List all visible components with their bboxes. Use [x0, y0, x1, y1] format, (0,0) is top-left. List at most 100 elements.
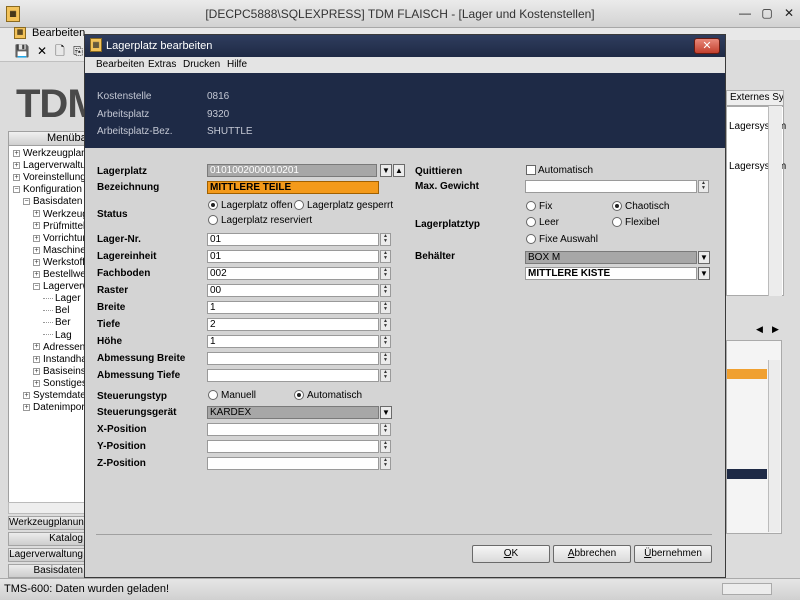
delete-icon[interactable]: ✕ [34, 44, 50, 58]
behaelter-code-select[interactable]: BOX M [525, 251, 697, 264]
tree-item[interactable]: Lag [43, 330, 72, 342]
z-position-field[interactable] [207, 457, 379, 470]
breite-spinner[interactable]: ▲ ▼ [380, 301, 391, 314]
expand-icon[interactable]: + [33, 258, 40, 266]
tree-item[interactable]: + Prüfmittel [33, 221, 85, 233]
x-position-field[interactable] [207, 423, 379, 436]
steuerungstyp-manuell-radio[interactable] [208, 390, 218, 400]
steuerungstyp-automatisch-radio[interactable] [294, 390, 304, 400]
tree-item[interactable]: +Bestellwesen [33, 269, 86, 281]
uebernehmen-button[interactable]: Übernehmen [634, 545, 712, 563]
main-menu-bearbeiten[interactable]: Bearbeiten [32, 27, 85, 39]
save-icon[interactable]: 💾 [14, 44, 30, 58]
tree-item[interactable]: +Werkzeugplanung [13, 148, 86, 160]
tree-item[interactable]: + Adressen [33, 342, 85, 354]
scroll-left-icon[interactable]: ◀ [756, 324, 763, 335]
tree-item[interactable]: +Instandhaltung [33, 354, 86, 366]
expand-icon[interactable]: + [13, 161, 20, 169]
tiefe-field[interactable]: 2 [207, 318, 379, 331]
raster-field[interactable]: 00 [207, 284, 379, 297]
lagereinheit-spinner[interactable]: ▲ ▼ [380, 250, 391, 263]
breite-field[interactable]: 1 [207, 301, 379, 314]
quittieren-checkbox[interactable] [526, 165, 536, 175]
expand-icon[interactable]: + [33, 270, 40, 278]
expand-icon[interactable]: + [33, 234, 40, 242]
lagerplatztyp-fixe-auswahl-radio[interactable] [526, 234, 536, 244]
tree-item[interactable]: Ber [43, 317, 71, 329]
steuerungsgeraet-select[interactable]: KARDEX [207, 406, 379, 419]
tree-item[interactable]: + Voreinstellung [13, 172, 86, 184]
lagerplatz-up-icon[interactable]: ▲ [393, 164, 405, 177]
lagerplatz-field[interactable]: 0101002000010201 [207, 164, 377, 177]
dialog-menu-bearbeiten[interactable]: Bearbeiten [96, 59, 144, 70]
right-list-scrollbar[interactable] [768, 106, 782, 296]
expand-icon[interactable]: + [23, 403, 30, 411]
fachboden-field[interactable]: 002 [207, 267, 379, 280]
tree-item[interactable]: − Basisdaten [23, 196, 82, 208]
tab-werkzeugplanung[interactable]: Werkzeugplanung [8, 516, 89, 530]
max-gewicht-field[interactable] [525, 180, 697, 193]
tab-katalog[interactable]: Katalog [8, 532, 88, 546]
scroll-right-icon[interactable]: ▶ [772, 324, 779, 335]
expand-icon[interactable]: + [33, 379, 40, 387]
column-header-externes-system[interactable]: Externes Syst [726, 90, 784, 106]
behaelter-name-select[interactable]: MITTLERE KISTE [525, 267, 697, 280]
tree-item[interactable]: + Systemdaten [23, 390, 86, 402]
status-reserviert-radio[interactable] [208, 215, 218, 225]
tree-item[interactable]: Bel [43, 305, 69, 317]
status-offen-radio[interactable] [208, 200, 218, 210]
tree-item[interactable]: + Sonstiges [33, 378, 86, 390]
tab-basisdaten[interactable]: Basisdaten [8, 564, 88, 578]
expand-icon[interactable]: + [33, 210, 40, 218]
tree-item[interactable]: Lager [43, 293, 81, 305]
tree-item[interactable]: +Basiseinstellungen [33, 366, 86, 378]
expand-icon[interactable]: + [33, 246, 40, 254]
abmessung-breite-field[interactable] [207, 352, 379, 365]
behaelter-code-dropdown-icon[interactable]: ▼ [698, 251, 710, 264]
fachboden-spinner[interactable]: ▲ ▼ [380, 267, 391, 280]
expand-icon[interactable]: + [33, 343, 40, 351]
abmessung-breite-spinner[interactable]: ▲ ▼ [380, 352, 391, 365]
expand-icon[interactable]: + [33, 222, 40, 230]
tree-item[interactable]: +Lagerverwaltung [13, 160, 86, 172]
dialog-close-icon[interactable]: ✕ [694, 38, 720, 54]
y-position-spinner[interactable]: ▲ ▼ [380, 440, 391, 453]
minimize-icon[interactable]: — [734, 4, 756, 22]
abmessung-tiefe-field[interactable] [207, 369, 379, 382]
tree-item[interactable]: +Maschinen [33, 245, 86, 257]
tab-lagerverwaltung[interactable]: Lagerverwaltung [8, 548, 88, 562]
lager-nr-spinner[interactable]: ▲ ▼ [380, 233, 391, 246]
lagerplatztyp-chaotisch-radio[interactable] [612, 201, 622, 211]
lagerplatz-dropdown-icon[interactable]: ▼ [380, 164, 392, 177]
new-doc-icon[interactable]: 🗋 [52, 44, 68, 58]
steuerungsgeraet-dropdown-icon[interactable]: ▼ [380, 406, 392, 419]
lager-nr-field[interactable]: 01 [207, 233, 379, 246]
tree-item[interactable]: + Werkzeug [33, 209, 86, 221]
collapse-icon[interactable]: − [33, 282, 40, 290]
ok-button[interactable]: OK [472, 545, 550, 563]
lagerplatztyp-flexibel-radio[interactable] [612, 217, 622, 227]
tiefe-spinner[interactable]: ▲ ▼ [380, 318, 391, 331]
hoehe-field[interactable]: 1 [207, 335, 379, 348]
behaelter-name-dropdown-icon[interactable]: ▼ [698, 267, 710, 280]
z-position-spinner[interactable]: ▲ ▼ [380, 457, 391, 470]
lagereinheit-field[interactable]: 01 [207, 250, 379, 263]
status-gesperrt-radio[interactable] [294, 200, 304, 210]
tree-item[interactable]: + Datenimport [23, 402, 86, 414]
dialog-menu-hilfe[interactable]: Hilfe [227, 59, 247, 70]
raster-spinner[interactable]: ▲ ▼ [380, 284, 391, 297]
collapse-icon[interactable]: − [13, 186, 20, 194]
dialog-menu-drucken[interactable]: Drucken [183, 59, 220, 70]
dialog-app-icon[interactable]: ▦ [90, 38, 102, 52]
close-icon[interactable]: ✕ [778, 4, 800, 22]
max-gewicht-spinner[interactable]: ▲ ▼ [698, 180, 709, 193]
maximize-icon[interactable]: ▢ [756, 4, 778, 22]
tree-item[interactable]: −Lagerverwaltung [33, 281, 86, 293]
mdi-doc-icon[interactable]: ▦ [14, 27, 26, 39]
expand-icon[interactable]: + [23, 391, 30, 399]
dialog-menu-extras[interactable]: Extras [148, 59, 176, 70]
tree-item[interactable]: − Konfiguration [13, 184, 82, 196]
tree-horizontal-scrollbar[interactable] [8, 502, 88, 514]
y-position-field[interactable] [207, 440, 379, 453]
expand-icon[interactable]: + [13, 174, 20, 182]
